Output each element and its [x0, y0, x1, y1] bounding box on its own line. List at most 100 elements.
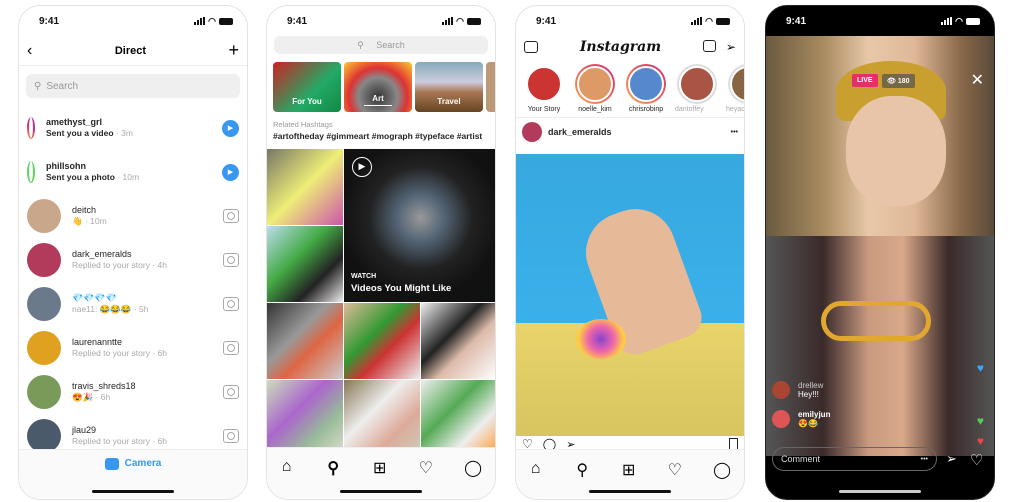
battery-icon: [219, 17, 233, 25]
avatar[interactable]: [27, 375, 61, 409]
add-post-icon[interactable]: ⊞: [373, 458, 389, 477]
search-input[interactable]: ⚲ Search: [274, 36, 488, 54]
post-username[interactable]: dark_emeralds: [548, 127, 725, 137]
heart-reaction-icon: ♥: [976, 414, 984, 428]
grid-item[interactable]: [267, 380, 343, 454]
eye-icon: 👁: [887, 78, 896, 85]
play-icon[interactable]: ▶: [222, 163, 239, 181]
viewer-count[interactable]: 👁 180: [882, 74, 915, 88]
grid-item[interactable]: [344, 303, 420, 379]
status-time: 9:41: [39, 15, 60, 27]
live-comment: drellew Hey!!!: [772, 381, 902, 399]
tab-art[interactable]: Art: [344, 62, 412, 112]
camera-icon[interactable]: [223, 385, 239, 399]
search-icon[interactable]: ⚲: [327, 458, 343, 477]
thread-username: travis_shreds18: [72, 380, 136, 391]
new-message-icon[interactable]: +: [228, 40, 239, 61]
add-post-icon[interactable]: ⊞: [622, 460, 638, 479]
thread-username: phillsohn: [46, 160, 86, 171]
watch-title: Videos You Might Like: [351, 283, 452, 294]
avatar[interactable]: [29, 117, 33, 138]
tab-travel[interactable]: Travel: [415, 62, 483, 112]
tab-for-you[interactable]: For You: [273, 62, 341, 112]
igtv-icon[interactable]: [702, 40, 716, 52]
face-illustration: [846, 96, 946, 206]
avatar[interactable]: [27, 331, 61, 365]
thread-row[interactable]: laurenanntte Replied to your story · 6h: [19, 326, 247, 370]
grid-item[interactable]: [421, 380, 495, 454]
heart-icon[interactable]: ♡: [668, 460, 684, 479]
camera-icon[interactable]: [223, 253, 239, 267]
home-icon[interactable]: ⌂: [531, 460, 547, 477]
tab-more[interactable]: [486, 62, 495, 112]
avatar: [730, 66, 744, 102]
camera-icon[interactable]: [223, 341, 239, 355]
home-icon[interactable]: ⌂: [282, 458, 298, 475]
watch-label: WATCH: [351, 273, 377, 280]
grid-item[interactable]: [421, 303, 495, 379]
avatar[interactable]: [29, 161, 33, 182]
post-image[interactable]: [516, 154, 744, 436]
profile-icon[interactable]: ◯: [713, 460, 731, 479]
status-bar: 9:41 ◠: [766, 6, 994, 36]
comment-input[interactable]: Comment •••: [772, 447, 937, 471]
avatar[interactable]: [27, 199, 61, 233]
camera-icon[interactable]: [223, 297, 239, 311]
live-video: LIVE 👁 180 ✕ drellew Hey!!! emilyjun 😍😂 ♥ …: [766, 36, 994, 456]
heart-icon[interactable]: ♡: [970, 451, 983, 469]
heart-reaction-icon: ♥: [976, 434, 984, 448]
thread-list: amethyst_grl Sent you a video · 3m ▶ phills…: [19, 106, 247, 458]
camera-icon[interactable]: [223, 209, 239, 223]
grid-item[interactable]: [267, 303, 343, 379]
heart-reaction-icon: ♥: [976, 361, 984, 375]
search-input[interactable]: ⚲ Search: [26, 74, 240, 98]
thread-row[interactable]: dark_emeralds Replied to your story · 4h: [19, 238, 247, 282]
story-item[interactable]: Your Story: [522, 64, 566, 117]
grid-item[interactable]: [267, 226, 343, 302]
share-icon[interactable]: ➢: [946, 451, 957, 467]
live-comment: emilyjun 😍😂: [772, 410, 902, 428]
thread-row[interactable]: amethyst_grl Sent you a video · 3m ▶: [19, 106, 247, 150]
grid-item[interactable]: [344, 380, 420, 454]
search-icon[interactable]: ⚲: [576, 460, 592, 479]
avatar[interactable]: [27, 243, 61, 277]
thread-message: 👋 · 10m: [72, 216, 107, 227]
thread-row[interactable]: deitch 👋 · 10m: [19, 194, 247, 238]
avatar[interactable]: [27, 287, 61, 321]
camera-icon[interactable]: [223, 429, 239, 443]
glasses-illustration: [821, 301, 931, 341]
play-icon[interactable]: ▶: [352, 157, 372, 177]
explore-grid: ▶ WATCH Videos You Might Like: [267, 149, 495, 454]
avatar[interactable]: [522, 122, 542, 142]
avatar[interactable]: [27, 419, 61, 453]
profile-icon[interactable]: ◯: [464, 458, 482, 477]
video-tile[interactable]: ▶ WATCH Videos You Might Like: [344, 149, 495, 302]
thread-message: 😍🎉 · 6h: [72, 392, 111, 403]
story-item[interactable]: chrisrobinp: [624, 64, 668, 117]
play-icon[interactable]: ▶: [222, 119, 239, 137]
grid-item[interactable]: [267, 149, 343, 225]
hashtag-list[interactable]: #artoftheday #gimmeart #mograph #typefac…: [267, 131, 495, 141]
live-screen: 9:41 ◠ LIVE 👁 180 ✕ drellew Hey!!! emilyj…: [765, 5, 995, 500]
more-options-icon[interactable]: •••: [921, 456, 928, 463]
more-options-icon[interactable]: •••: [731, 129, 738, 136]
story-item[interactable]: dantoffey: [675, 64, 719, 117]
thread-message: Replied to your story · 6h: [72, 348, 167, 359]
thread-row[interactable]: 💎💎💎💎 nae11: 😂😂😂 · 5h: [19, 282, 247, 326]
back-icon[interactable]: ‹: [27, 42, 32, 60]
direct-icon[interactable]: ➢: [726, 40, 736, 54]
heart-icon[interactable]: ♡: [419, 458, 435, 477]
story-item[interactable]: noelle_kim: [573, 64, 617, 117]
direct-screen: 9:41 ◠ ‹ Direct + ⚲ Search amethyst_grl S…: [18, 5, 248, 500]
story-item[interactable]: heyach: [726, 64, 744, 117]
home-indicator: [340, 490, 422, 493]
avatar: [628, 66, 664, 102]
related-hashtags-label: Related Hashtags: [273, 120, 333, 129]
thread-row[interactable]: travis_shreds18 😍🎉 · 6h: [19, 370, 247, 414]
camera-icon[interactable]: [524, 41, 538, 53]
avatar: [679, 66, 715, 102]
thread-row[interactable]: phillsohn Sent you a photo · 10m ▶: [19, 150, 247, 194]
story-username: dantoffey: [675, 106, 704, 113]
thread-message: Sent you a photo · 10m: [46, 172, 140, 183]
close-icon[interactable]: ✕: [971, 70, 984, 90]
